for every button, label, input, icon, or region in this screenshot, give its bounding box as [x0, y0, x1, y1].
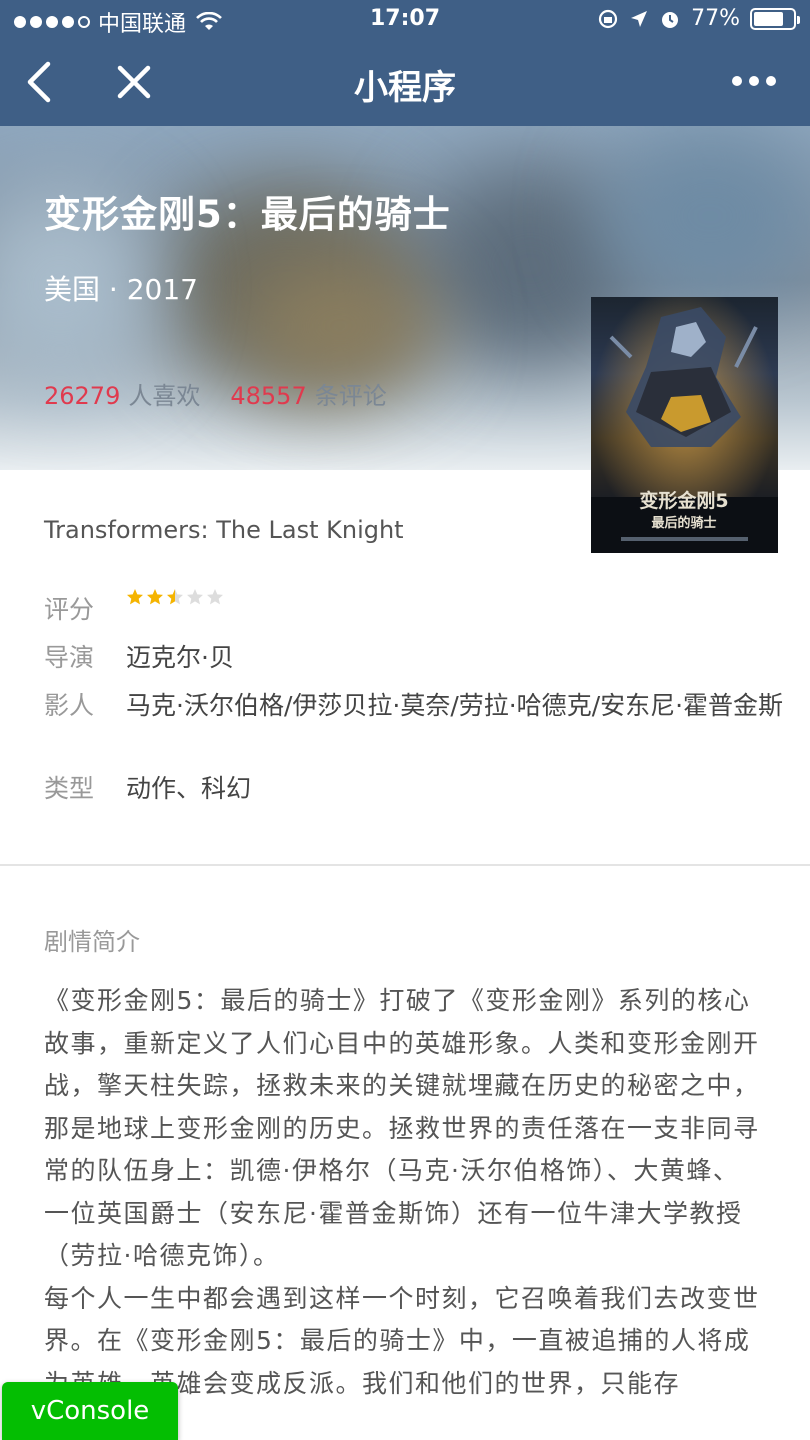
vconsole-button[interactable]: vConsole	[2, 1382, 178, 1440]
battery-percent: 77%	[691, 6, 740, 31]
movie-poster[interactable]: 变形金刚5 最后的骑士	[591, 297, 778, 553]
genre-row: 类型 动作、科幻	[44, 771, 806, 807]
comments-label: 条评论	[314, 382, 387, 410]
rating-row: 评分	[44, 589, 224, 628]
summary-paragraph: 《变形金刚5：最后的骑士》打破了《变形金刚》系列的核心故事，重新定义了人们心目中…	[44, 986, 760, 1270]
movie-meta: 美国 · 2017	[44, 273, 198, 306]
top-bar: 中国联通 17:07 77% 小程序	[0, 0, 810, 126]
genre-value: 动作、科幻	[126, 774, 252, 803]
rating-label: 评分	[44, 595, 95, 624]
location-arrow-icon	[631, 10, 648, 27]
more-icon[interactable]	[732, 76, 776, 86]
original-title: Transformers: The Last Knight	[44, 516, 404, 544]
rating-stars	[126, 588, 224, 628]
poster-headline: 变形金刚5	[639, 489, 728, 512]
section-divider	[0, 864, 810, 866]
status-right: 77%	[597, 6, 800, 31]
star-icon	[127, 589, 143, 605]
star-icon	[147, 589, 163, 605]
director-label: 导演	[44, 643, 95, 672]
comments-count: 48557	[230, 382, 307, 410]
page-title: 小程序	[354, 68, 456, 108]
battery-icon	[750, 7, 800, 30]
status-bar: 中国联通 17:07 77%	[0, 0, 810, 40]
poster-subline: 最后的骑士	[651, 515, 716, 531]
genre-label: 类型	[44, 774, 95, 803]
movie-title: 变形金刚5：最后的骑士	[44, 193, 451, 236]
cast-label: 影人	[44, 691, 95, 720]
likes-count: 26279	[44, 382, 121, 410]
nav-bar: 小程序	[0, 40, 810, 126]
rotation-lock-icon	[598, 9, 618, 28]
star-icon	[207, 589, 223, 605]
star-icon	[167, 589, 183, 605]
alarm-icon	[662, 11, 679, 28]
summary-text: 《变形金刚5：最后的骑士》打破了《变形金刚》系列的核心故事，重新定义了人们心目中…	[44, 980, 764, 1405]
movie-stats: 26279 人喜欢 48557 条评论	[44, 376, 417, 411]
cast-value: 马克·沃尔伯格/伊莎贝拉·莫奈/劳拉·哈德克/安东尼·霍普金斯	[126, 691, 784, 720]
director-row: 导演 迈克尔·贝	[44, 640, 806, 676]
director-value: 迈克尔·贝	[126, 643, 234, 672]
summary-title: 剧情简介	[44, 928, 140, 956]
likes-label: 人喜欢	[128, 382, 201, 410]
cast-row: 影人 马克·沃尔伯格/伊莎贝拉·莫奈/劳拉·哈德克/安东尼·霍普金斯	[44, 688, 806, 724]
star-icon	[187, 589, 203, 605]
